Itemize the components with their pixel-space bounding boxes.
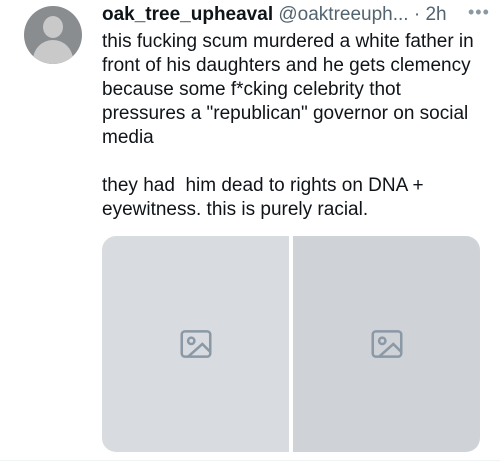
more-horizontal-icon[interactable]: •••: [468, 2, 490, 22]
tweet-header: oak_tree_upheaval @oaktreeuph... · 2h: [102, 2, 492, 28]
avatar-placeholder-body: [33, 40, 73, 64]
timestamp[interactable]: 2h: [425, 4, 446, 25]
media-item-1[interactable]: [102, 236, 289, 452]
image-placeholder-icon: [370, 330, 403, 358]
separator-dot: ·: [413, 4, 421, 25]
avatar[interactable]: [24, 6, 82, 64]
tweet-text: this fucking scum murdered a white fathe…: [102, 31, 474, 220]
media-grid: [102, 236, 480, 452]
avatar-placeholder-head: [43, 16, 63, 38]
user-handle[interactable]: @oaktreeuph...: [278, 4, 408, 25]
display-name[interactable]: oak_tree_upheaval: [102, 4, 273, 25]
divider: [0, 460, 500, 461]
image-placeholder-icon: [179, 330, 212, 358]
media-item-2[interactable]: [293, 236, 480, 452]
